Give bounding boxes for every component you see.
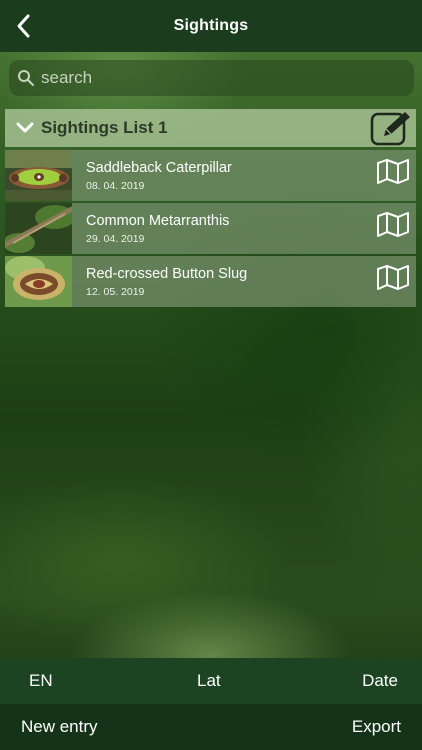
- chevron-down-icon[interactable]: [15, 118, 35, 138]
- sighting-date: 12. 05. 2019: [86, 286, 145, 298]
- language-button[interactable]: EN: [29, 671, 53, 691]
- list-item[interactable]: Saddleback Caterpillar 08. 04. 2019: [5, 150, 416, 201]
- map-icon[interactable]: [376, 158, 410, 184]
- map-icon[interactable]: [376, 211, 410, 237]
- new-entry-button[interactable]: New entry: [21, 717, 98, 737]
- edit-list-button[interactable]: [370, 110, 412, 146]
- list-item[interactable]: Red-crossed Button Slug 12. 05. 2019: [5, 256, 416, 307]
- export-button[interactable]: Export: [352, 717, 401, 737]
- sighting-thumbnail: [5, 203, 72, 254]
- list-header[interactable]: Sightings List 1: [5, 109, 416, 147]
- sighting-date: 08. 04. 2019: [86, 180, 145, 192]
- sighting-thumbnail: [5, 150, 72, 201]
- sighting-thumbnail: [5, 256, 72, 307]
- navigation-bar: Sightings: [0, 0, 422, 52]
- search-icon: [18, 70, 34, 86]
- search-bar: [9, 60, 414, 96]
- edit-icon: [370, 112, 410, 146]
- date-sort-button[interactable]: Date: [362, 671, 398, 691]
- latin-sort-button[interactable]: Lat: [197, 671, 221, 691]
- sort-bar: EN Lat Date: [0, 658, 422, 704]
- sighting-name: Saddleback Caterpillar: [86, 160, 232, 176]
- sightings-list: Saddleback Caterpillar 08. 04. 2019 Comm…: [5, 150, 416, 309]
- sighting-name: Common Metarranthis: [86, 213, 230, 229]
- chevron-left-icon: [17, 14, 30, 38]
- sighting-date: 29. 04. 2019: [86, 233, 145, 245]
- map-icon[interactable]: [376, 264, 410, 290]
- page-title: Sightings: [173, 17, 249, 34]
- list-item[interactable]: Common Metarranthis 29. 04. 2019: [5, 203, 416, 254]
- bottom-toolbar: New entry Export: [0, 704, 422, 750]
- list-title: Sightings List 1: [41, 118, 168, 137]
- sighting-name: Red-crossed Button Slug: [86, 266, 248, 282]
- back-button[interactable]: [10, 12, 38, 40]
- search-input[interactable]: [41, 68, 381, 88]
